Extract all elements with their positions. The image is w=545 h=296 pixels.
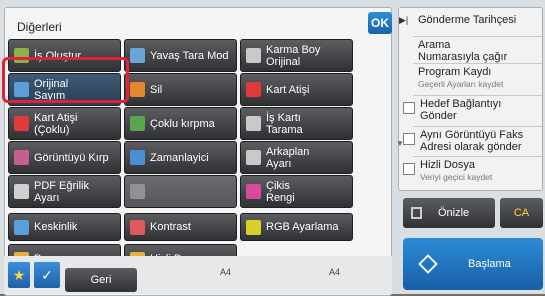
pdf-skew-icon [14, 184, 29, 199]
history-checkbox[interactable] [403, 102, 415, 114]
history-checkbox[interactable] [403, 133, 415, 145]
button-label: Çikis Rengi [266, 179, 295, 204]
history-title: Gönderme Tarihçesi [418, 14, 517, 26]
preview-button[interactable]: Önizle [403, 198, 495, 228]
btn-pdf-egrilik-ayari[interactable]: PDF Eğrilik Ayarı [8, 175, 121, 208]
button-label: İş Kartı Tarama [266, 111, 303, 136]
history-item[interactable]: Aynı Görüntüyü Faks Adresi olarak gönder [420, 129, 523, 153]
clear-all-button[interactable]: CA [500, 198, 543, 228]
btn-sil[interactable]: Sil [124, 73, 237, 106]
button-label: Karma Boy Orijinal [266, 43, 321, 68]
button-label: Kart Atişi [266, 83, 310, 96]
button-label: Keskinlik [34, 221, 78, 233]
paper-size-right: A4 [329, 267, 341, 277]
sharpness-icon [14, 219, 29, 235]
btn-kontrast[interactable]: Kontrast [124, 213, 237, 241]
btn-disabled-slot [124, 175, 237, 208]
button-label: Yavaş Tara Mod [150, 49, 229, 62]
history-item[interactable]: Program Kaydı [418, 66, 491, 78]
preview-icon [411, 207, 422, 219]
start-icon [418, 254, 438, 274]
expand-arrow-icon[interactable]: ▶| [399, 15, 408, 26]
start-button[interactable]: Başlama [403, 238, 543, 290]
scroll-down-icon[interactable]: ▼ [396, 139, 404, 148]
disabled-icon [130, 184, 145, 199]
contrast-icon [130, 219, 145, 235]
history-item[interactable]: Arama Numarasıyla çağır [418, 39, 507, 63]
button-label: PDF Eğrilik Ayarı [34, 179, 90, 204]
slow-scan-icon [130, 48, 145, 63]
background-icon [246, 150, 261, 165]
mixed-size-icon [246, 48, 261, 63]
btn-rgb-ayarlama[interactable]: RGB Ayarlama [240, 213, 353, 241]
button-label: Kontrast [150, 221, 191, 233]
timer-icon [130, 150, 145, 165]
check-icon[interactable]: ✓ [34, 262, 60, 288]
history-divider [413, 63, 542, 64]
btn-kart-atisi-coklu[interactable]: Kart Atişi (Çoklu) [8, 107, 121, 140]
history-item-sub: Veriyi geçici kaydet [420, 172, 493, 182]
ok-button[interactable]: OK [368, 12, 392, 34]
btn-arkaplan-ayari[interactable]: Arkaplan Ayarı [240, 141, 353, 174]
btn-zamanlayici[interactable]: Zamanlayici [124, 141, 237, 174]
history-item-sub: Geçerli Ayarları kaydet [418, 79, 504, 89]
business-card-icon [246, 116, 261, 131]
paper-size-left: A4 [220, 267, 232, 277]
btn-keskinlik[interactable]: Keskinlik [8, 213, 121, 241]
button-label: RGB Ayarlama [266, 221, 339, 233]
button-label: Çoklu kırpma [150, 117, 215, 130]
button-label: Arkaplan Ayarı [266, 145, 310, 170]
history-checkbox[interactable] [403, 163, 415, 175]
button-label: Zamanlayici [150, 151, 209, 164]
button-label: Kart Atişi (Çoklu) [34, 111, 78, 136]
btn-kart-atisi[interactable]: Kart Atişi [240, 73, 353, 106]
preview-label: Önizle [438, 207, 470, 219]
card-shot-multi-icon [14, 116, 29, 131]
btn-yavas-tara-mod[interactable]: Yavaş Tara Mod [124, 39, 237, 72]
btn-is-karti-tarama[interactable]: İş Kartı Tarama [240, 107, 353, 140]
button-label: Görüntüyü Kırp [34, 151, 109, 164]
btn-coklu-kirpma[interactable]: Çoklu kırpma [124, 107, 237, 140]
history-item[interactable]: Hizli Dosya [420, 159, 475, 171]
erase-icon [130, 82, 145, 97]
button-label: Sil [150, 83, 163, 96]
btn-cikis-rengi[interactable]: Çikis Rengi [240, 175, 353, 208]
history-divider [413, 95, 542, 96]
output-color-icon [246, 184, 261, 199]
history-item[interactable]: Hedef Bağlantıyı Gönder [420, 98, 501, 122]
rgb-adjust-icon [246, 219, 261, 235]
start-label: Başlama [468, 258, 511, 270]
back-button[interactable]: Geri [65, 268, 137, 292]
history-divider [413, 36, 542, 37]
card-shot-icon [246, 82, 261, 97]
btn-karma-boy-orijinal[interactable]: Karma Boy Orijinal [240, 39, 353, 72]
btn-goruntuyu-kirp[interactable]: Görüntüyü Kırp [8, 141, 121, 174]
image-crop-icon [14, 150, 29, 165]
panel-title: Diğerleri [17, 20, 62, 34]
multi-crop-icon [130, 116, 145, 131]
history-divider [413, 156, 542, 157]
history-divider [413, 126, 542, 127]
selection-highlight [2, 57, 129, 103]
screen: Diğerleri OK İş Oluştur Yavaş Tara Mod Kar… [0, 0, 545, 296]
favorite-star-icon[interactable]: ★ [8, 262, 30, 288]
